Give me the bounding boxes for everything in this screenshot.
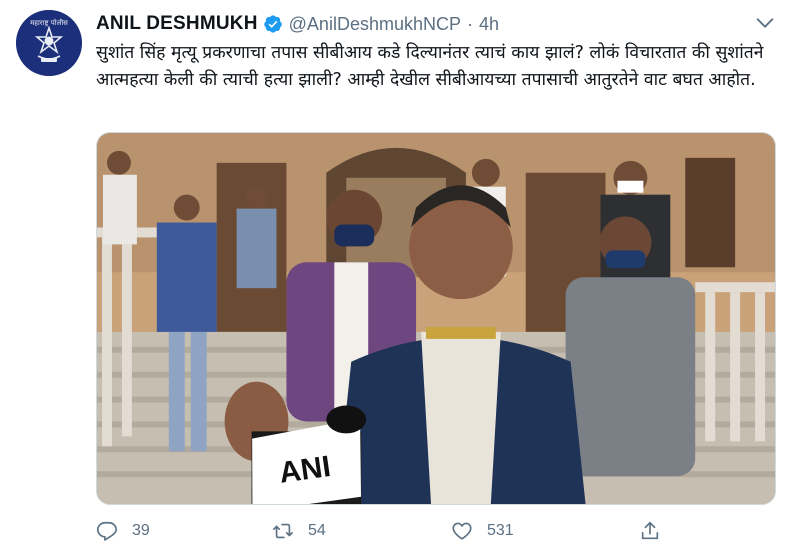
verified-badge-icon — [263, 14, 283, 34]
share-icon — [641, 521, 659, 540]
tweet-photo[interactable]: ANI — [96, 132, 776, 505]
tweet-header: ANIL DESHMUKH @AnilDeshmukhNCP · 4h — [96, 12, 499, 36]
heart-icon — [452, 522, 472, 540]
retweet-icon — [273, 523, 293, 539]
like-button[interactable]: 531 — [451, 517, 514, 545]
retweet-count: 54 — [308, 522, 326, 539]
avatar[interactable]: महाराष्ट्र पोलीस — [16, 10, 82, 76]
tweet[interactable]: महाराष्ट्र पोलीस ANIL DESHMUKH @AnilDesh… — [0, 0, 800, 551]
separator-dot: · — [466, 13, 473, 34]
avatar-caption: महाराष्ट्र पोलीस — [30, 18, 68, 27]
like-count: 531 — [487, 522, 514, 539]
police-emblem-icon: महाराष्ट्र पोलीस — [16, 10, 82, 76]
author-name[interactable]: ANIL DESHMUKH — [96, 13, 258, 35]
tweet-actions: 39 54 531 — [96, 517, 776, 545]
share-button[interactable] — [639, 517, 661, 545]
reply-count: 39 — [132, 522, 150, 539]
retweet-button[interactable]: 54 — [272, 517, 326, 545]
press-scene-image: ANI — [97, 133, 775, 504]
chevron-down-icon[interactable] — [754, 12, 776, 34]
timestamp[interactable]: 4h — [479, 14, 499, 35]
author-handle[interactable]: @AnilDeshmukhNCP — [289, 14, 461, 35]
reply-icon — [97, 521, 117, 541]
tweet-text: सुशांत सिंह मृत्यू प्रकरणाचा तपास सीबीआय… — [96, 43, 764, 90]
reply-button[interactable]: 39 — [96, 517, 150, 545]
